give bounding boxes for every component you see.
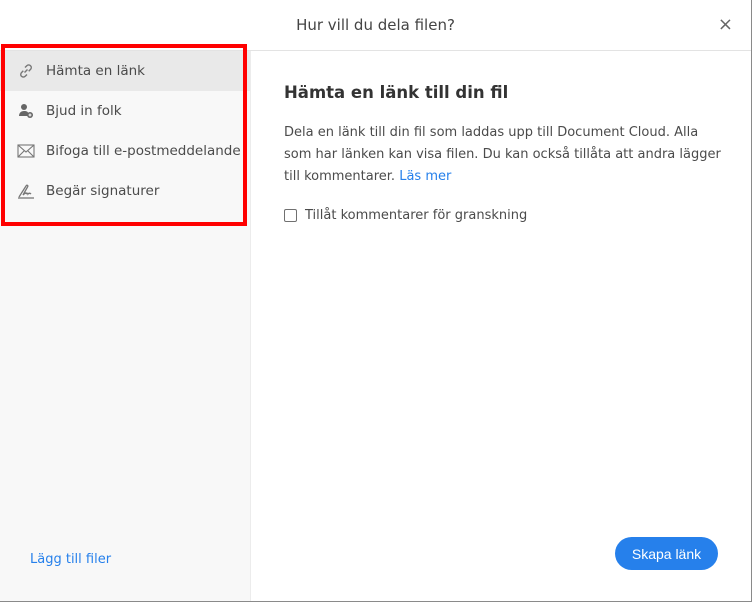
allow-comments-checkbox[interactable] xyxy=(284,209,297,222)
checkbox-label: Tillåt kommentarer för granskning xyxy=(305,208,528,223)
main-panel: Hämta en länk till din fil Dela en länk … xyxy=(284,83,724,223)
share-dialog: Hur vill du dela filen? × Hämta en länk … xyxy=(0,0,752,602)
dialog-title: Hur vill du dela filen? xyxy=(296,16,455,34)
panel-description: Dela en länk till din fil som laddas upp… xyxy=(284,122,724,188)
description-text: Dela en länk till din fil som laddas upp… xyxy=(284,125,721,184)
panel-heading: Hämta en länk till din fil xyxy=(284,83,509,102)
create-link-button[interactable]: Skapa länk xyxy=(615,537,718,570)
highlight-box xyxy=(1,44,247,226)
add-files-link[interactable]: Lägg till filer xyxy=(30,552,111,567)
learn-more-link[interactable]: Läs mer xyxy=(399,169,451,184)
close-icon[interactable]: × xyxy=(718,14,733,35)
allow-comments-option[interactable]: Tillåt kommentarer för granskning xyxy=(284,208,724,223)
